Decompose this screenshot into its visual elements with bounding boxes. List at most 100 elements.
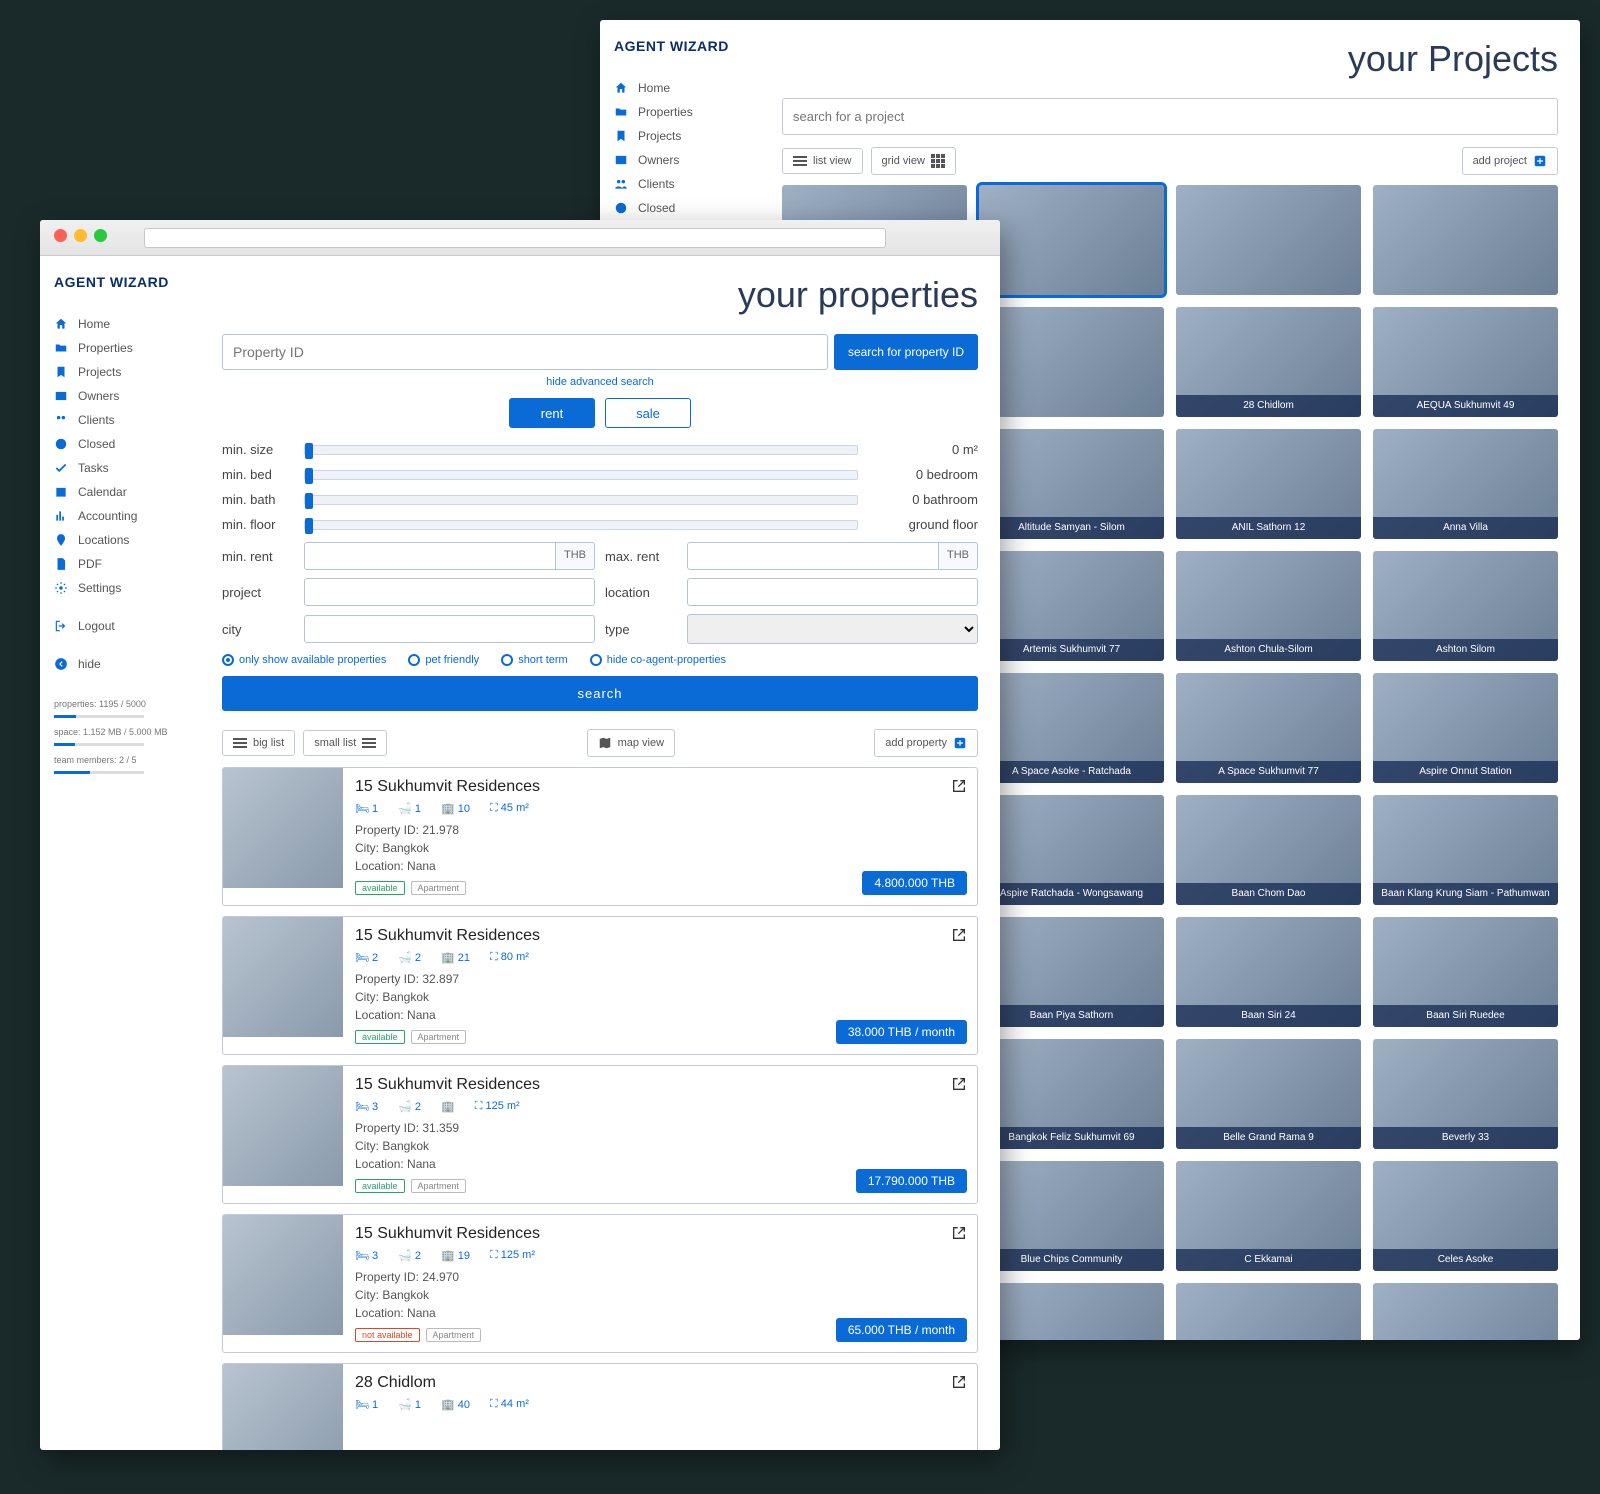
location-input[interactable]	[687, 578, 978, 606]
nav-home[interactable]: Home	[614, 76, 760, 100]
open-icon[interactable]	[951, 1225, 967, 1241]
chart-icon	[54, 509, 68, 523]
property-card[interactable]: 15 Sukhumvit Residences🛏 3🛁 2🏢 19⛶ 125 m…	[222, 1214, 978, 1353]
project-card[interactable]: ANIL Sathorn 12	[1176, 429, 1361, 539]
nav-closed[interactable]: Closed	[54, 432, 200, 456]
project-card[interactable]	[1373, 1283, 1558, 1340]
project-caption: AEQUA Sukhumvit 49	[1373, 395, 1558, 417]
big-list-button[interactable]: big list	[222, 730, 295, 756]
project-card[interactable]	[1373, 185, 1558, 295]
property-card[interactable]: 15 Sukhumvit Residences🛏 3🛁 2🏢 ⛶ 125 m²P…	[222, 1065, 978, 1204]
url-bar[interactable]	[144, 228, 886, 248]
project-card[interactable]: Ashton Chula-Silom	[1176, 551, 1361, 661]
project-card[interactable]	[1176, 1283, 1361, 1340]
project-card[interactable]: Blue Chips Community	[979, 1161, 1164, 1271]
sale-toggle[interactable]: sale	[605, 398, 691, 428]
property-id-input[interactable]	[222, 334, 828, 370]
hide-coagent-radio[interactable]: hide co-agent-properties	[590, 654, 726, 666]
open-icon[interactable]	[951, 927, 967, 943]
project-card[interactable]: Baan Klang Krung Siam - Pathumwan	[1373, 795, 1558, 905]
nav-locations[interactable]: Locations	[54, 528, 200, 552]
property-title: 15 Sukhumvit Residences	[355, 778, 965, 796]
nav-home[interactable]: Home	[54, 312, 200, 336]
project-card[interactable]: Baan Siri Ruedee	[1373, 917, 1558, 1027]
min-bed-slider[interactable]: min. bed0 bedroom	[222, 467, 978, 482]
nav-clients[interactable]: Clients	[54, 408, 200, 432]
max-rent-input[interactable]	[687, 542, 939, 570]
project-card[interactable]: AEQUA Sukhumvit 49	[1373, 307, 1558, 417]
bed-icon: 🛏 1	[355, 1398, 378, 1411]
project-card[interactable]: Baan Piya Sathorn	[979, 917, 1164, 1027]
type-select[interactable]	[687, 614, 978, 644]
property-card[interactable]: 15 Sukhumvit Residences🛏 1🛁 1🏢 10⛶ 45 m²…	[222, 767, 978, 906]
project-card[interactable]	[979, 185, 1164, 295]
min-size-slider[interactable]: min. size0 m²	[222, 442, 978, 457]
toggle-advanced-link[interactable]: hide advanced search	[222, 376, 978, 388]
small-list-button[interactable]: small list	[303, 730, 387, 756]
project-caption: Beverly 33	[1373, 1127, 1558, 1149]
nav-hide[interactable]: hide	[54, 652, 200, 676]
properties-main: your properties search for property ID h…	[200, 256, 1000, 1450]
nav-owners[interactable]: Owners	[614, 148, 760, 172]
nav-owners[interactable]: Owners	[54, 384, 200, 408]
nav-pdf[interactable]: PDF	[54, 552, 200, 576]
property-card[interactable]: 15 Sukhumvit Residences🛏 2🛁 2🏢 21⛶ 80 m²…	[222, 916, 978, 1055]
nav-settings[interactable]: Settings	[54, 576, 200, 600]
project-card[interactable]: Belle Grand Rama 9	[1176, 1039, 1361, 1149]
project-card[interactable]	[979, 307, 1164, 417]
nav-clients[interactable]: Clients	[614, 172, 760, 196]
project-card[interactable]: 28 Chidlom	[1176, 307, 1361, 417]
nav-tasks[interactable]: Tasks	[54, 456, 200, 480]
city-input[interactable]	[304, 615, 595, 643]
project-card[interactable]: A Space Sukhumvit 77	[1176, 673, 1361, 783]
open-icon[interactable]	[951, 1076, 967, 1092]
project-card[interactable]: Artemis Sukhumvit 77	[979, 551, 1164, 661]
project-card[interactable]: Bangkok Feliz Sukhumvit 69	[979, 1039, 1164, 1149]
nav-logout[interactable]: Logout	[54, 614, 200, 638]
only-available-radio[interactable]: only show available properties	[222, 654, 386, 666]
pet-friendly-radio[interactable]: pet friendly	[408, 654, 479, 666]
min-floor-slider[interactable]: min. floorground floor	[222, 517, 978, 532]
closed-icon	[614, 201, 628, 215]
project-card[interactable]: C Ekkamai	[1176, 1161, 1361, 1271]
open-icon[interactable]	[951, 1374, 967, 1390]
nav-properties[interactable]: Properties	[614, 100, 760, 124]
short-term-radio[interactable]: short term	[501, 654, 568, 666]
min-rent-input[interactable]	[304, 542, 556, 570]
map-view-button[interactable]: map view	[587, 729, 675, 757]
project-card[interactable]: Altitude Samyan - Silom	[979, 429, 1164, 539]
nav-properties[interactable]: Properties	[54, 336, 200, 360]
project-card[interactable]: Celes Asoke	[1373, 1161, 1558, 1271]
open-icon[interactable]	[951, 778, 967, 794]
window-controls[interactable]	[54, 229, 114, 247]
project-card[interactable]: Baan Siri 24	[1176, 917, 1361, 1027]
property-title: 28 Chidlom	[355, 1374, 965, 1392]
project-card[interactable]: Anna Villa	[1373, 429, 1558, 539]
project-card[interactable]: A Space Asoke - Ratchada	[979, 673, 1164, 783]
project-card[interactable]: Centro Bangna	[979, 1283, 1164, 1340]
project-card[interactable]: Ashton Silom	[1373, 551, 1558, 661]
min-bath-slider[interactable]: min. bath0 bathroom	[222, 492, 978, 507]
project-search-input[interactable]	[782, 98, 1558, 135]
nav-accounting[interactable]: Accounting	[54, 504, 200, 528]
project-card[interactable]: Beverly 33	[1373, 1039, 1558, 1149]
location-label: location	[605, 585, 677, 600]
nav-closed[interactable]: Closed	[614, 196, 760, 220]
nav-calendar[interactable]: Calendar	[54, 480, 200, 504]
project-card[interactable]: Aspire Onnut Station	[1373, 673, 1558, 783]
add-project-button[interactable]: add project	[1462, 147, 1558, 175]
project-card[interactable]: Aspire Ratchada - Wongsawang	[979, 795, 1164, 905]
property-card[interactable]: 28 Chidlom🛏 1🛁 1🏢 40⛶ 44 m²	[222, 1363, 978, 1450]
grid-view-button[interactable]: grid view	[871, 147, 956, 175]
search-id-button[interactable]: search for property ID	[834, 334, 978, 370]
search-button[interactable]: search	[222, 676, 978, 711]
nav-projects[interactable]: Projects	[614, 124, 760, 148]
project-input[interactable]	[304, 578, 595, 606]
nav-projects[interactable]: Projects	[54, 360, 200, 384]
add-property-button[interactable]: add property	[874, 729, 978, 757]
list-view-button[interactable]: list view	[782, 148, 863, 174]
project-caption: Baan Siri 24	[1176, 1005, 1361, 1027]
project-card[interactable]	[1176, 185, 1361, 295]
project-card[interactable]: Baan Chom Dao	[1176, 795, 1361, 905]
rent-toggle[interactable]: rent	[509, 398, 595, 428]
